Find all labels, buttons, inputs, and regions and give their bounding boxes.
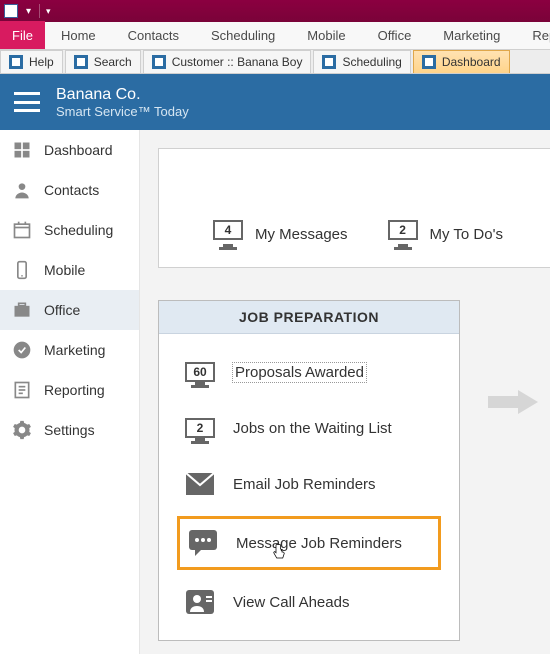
sidebar-item-office[interactable]: Office bbox=[0, 290, 139, 330]
jp-count: 60 bbox=[185, 362, 215, 382]
jp-label: Email Job Reminders bbox=[233, 476, 376, 493]
ribbon-tab-office[interactable]: Office bbox=[362, 21, 428, 49]
ribbon-tab-home[interactable]: Home bbox=[45, 21, 112, 49]
qat-overflow[interactable]: ▾ bbox=[46, 6, 51, 17]
job-prep-proposals-awarded[interactable]: 60 Proposals Awarded bbox=[177, 348, 441, 396]
stat-my-messages[interactable]: 4 My Messages bbox=[213, 201, 348, 267]
doctab-dashboard[interactable]: Dashboard bbox=[413, 50, 510, 73]
jp-label: View Call Aheads bbox=[233, 594, 349, 611]
ribbon: File Home Contacts Scheduling Mobile Off… bbox=[0, 22, 550, 50]
stat-label: My Messages bbox=[255, 226, 348, 243]
ribbon-tab-scheduling[interactable]: Scheduling bbox=[195, 21, 291, 49]
job-preparation-panel: JOB PREPARATION 60 Proposals Awarded 2 J… bbox=[158, 300, 460, 641]
stat-count: 4 bbox=[213, 220, 243, 240]
jp-label: Proposals Awarded bbox=[233, 363, 366, 382]
mobile-icon bbox=[12, 260, 32, 280]
doctab-search[interactable]: Search bbox=[65, 50, 141, 73]
calendar-icon bbox=[12, 220, 32, 240]
content-area: 4 My Messages 2 My To Do's JOB PREPARATI… bbox=[140, 130, 550, 654]
sidebar-item-label: Dashboard bbox=[44, 142, 113, 158]
sidebar-item-label: Office bbox=[44, 302, 80, 318]
check-circle-icon bbox=[12, 340, 32, 360]
jp-count: 2 bbox=[185, 418, 215, 438]
stat-my-todos[interactable]: 2 My To Do's bbox=[388, 201, 503, 267]
ribbon-tab-contacts[interactable]: Contacts bbox=[112, 21, 195, 49]
monitor-icon: 2 bbox=[388, 220, 418, 248]
sidebar-item-label: Contacts bbox=[44, 182, 99, 198]
doctab-label: Search bbox=[94, 55, 132, 69]
message-icon bbox=[188, 529, 218, 557]
form-icon bbox=[322, 55, 336, 69]
jp-label: Jobs on the Waiting List bbox=[233, 420, 392, 437]
doctab-scheduling[interactable]: Scheduling bbox=[313, 50, 410, 73]
ribbon-tab-reporting[interactable]: Reporting bbox=[516, 21, 550, 49]
doctab-label: Customer :: Banana Boy bbox=[172, 55, 303, 69]
sidebar-item-reporting[interactable]: Reporting bbox=[0, 370, 139, 410]
sidebar-item-label: Scheduling bbox=[44, 222, 113, 238]
app-icon bbox=[4, 4, 18, 18]
dashboard-icon bbox=[12, 140, 32, 160]
monitor-icon: 60 bbox=[185, 358, 215, 386]
sidebar-item-scheduling[interactable]: Scheduling bbox=[0, 210, 139, 250]
doctab-label: Help bbox=[29, 55, 54, 69]
doctab-label: Dashboard bbox=[442, 55, 501, 69]
job-prep-message-reminders[interactable]: Message Job Reminders bbox=[177, 516, 441, 570]
stat-count: 2 bbox=[388, 220, 418, 240]
sidebar: Dashboard Contacts Scheduling Mobile Off… bbox=[0, 130, 140, 654]
document-tabs: Help Search Customer :: Banana Boy Sched… bbox=[0, 50, 550, 74]
person-card-icon bbox=[185, 588, 215, 616]
job-prep-header: JOB PREPARATION bbox=[159, 301, 459, 334]
gear-icon bbox=[12, 420, 32, 440]
qat-dropdown[interactable]: ▾ bbox=[24, 6, 33, 17]
email-icon bbox=[185, 470, 215, 498]
company-name: Banana Co. bbox=[56, 86, 189, 104]
divider bbox=[39, 4, 40, 18]
doctab-label: Scheduling bbox=[342, 55, 401, 69]
menu-icon[interactable] bbox=[14, 92, 40, 112]
doctab-customer[interactable]: Customer :: Banana Boy bbox=[143, 50, 312, 73]
sidebar-item-marketing[interactable]: Marketing bbox=[0, 330, 139, 370]
app-header: Banana Co. Smart Service™ Today bbox=[0, 74, 550, 130]
ribbon-tab-marketing[interactable]: Marketing bbox=[427, 21, 516, 49]
contacts-icon bbox=[12, 180, 32, 200]
sidebar-item-mobile[interactable]: Mobile bbox=[0, 250, 139, 290]
form-icon bbox=[422, 55, 436, 69]
file-tab[interactable]: File bbox=[0, 21, 45, 49]
job-prep-waiting-list[interactable]: 2 Jobs on the Waiting List bbox=[177, 404, 441, 452]
sidebar-item-label: Mobile bbox=[44, 262, 85, 278]
report-icon bbox=[12, 380, 32, 400]
monitor-icon: 4 bbox=[213, 220, 243, 248]
job-prep-view-call-aheads[interactable]: View Call Aheads bbox=[177, 578, 441, 626]
sidebar-item-label: Marketing bbox=[44, 342, 105, 358]
briefcase-icon bbox=[12, 300, 32, 320]
doctab-help[interactable]: Help bbox=[0, 50, 63, 73]
stat-label: My To Do's bbox=[430, 226, 503, 243]
sidebar-item-label: Reporting bbox=[44, 382, 105, 398]
next-page-arrow[interactable] bbox=[488, 390, 538, 414]
stats-panel: 4 My Messages 2 My To Do's bbox=[158, 148, 550, 268]
sidebar-item-contacts[interactable]: Contacts bbox=[0, 170, 139, 210]
header-subtitle: Smart Service™ Today bbox=[56, 104, 189, 119]
ribbon-tab-mobile[interactable]: Mobile bbox=[291, 21, 361, 49]
form-icon bbox=[74, 55, 88, 69]
monitor-icon: 2 bbox=[185, 414, 215, 442]
sidebar-item-label: Settings bbox=[44, 422, 95, 438]
sidebar-item-settings[interactable]: Settings bbox=[0, 410, 139, 450]
jp-label: Message Job Reminders bbox=[236, 535, 402, 552]
window-titlebar: ▾ ▾ bbox=[0, 0, 550, 22]
form-icon bbox=[152, 55, 166, 69]
sidebar-item-dashboard[interactable]: Dashboard bbox=[0, 130, 139, 170]
form-icon bbox=[9, 55, 23, 69]
job-prep-email-reminders[interactable]: Email Job Reminders bbox=[177, 460, 441, 508]
